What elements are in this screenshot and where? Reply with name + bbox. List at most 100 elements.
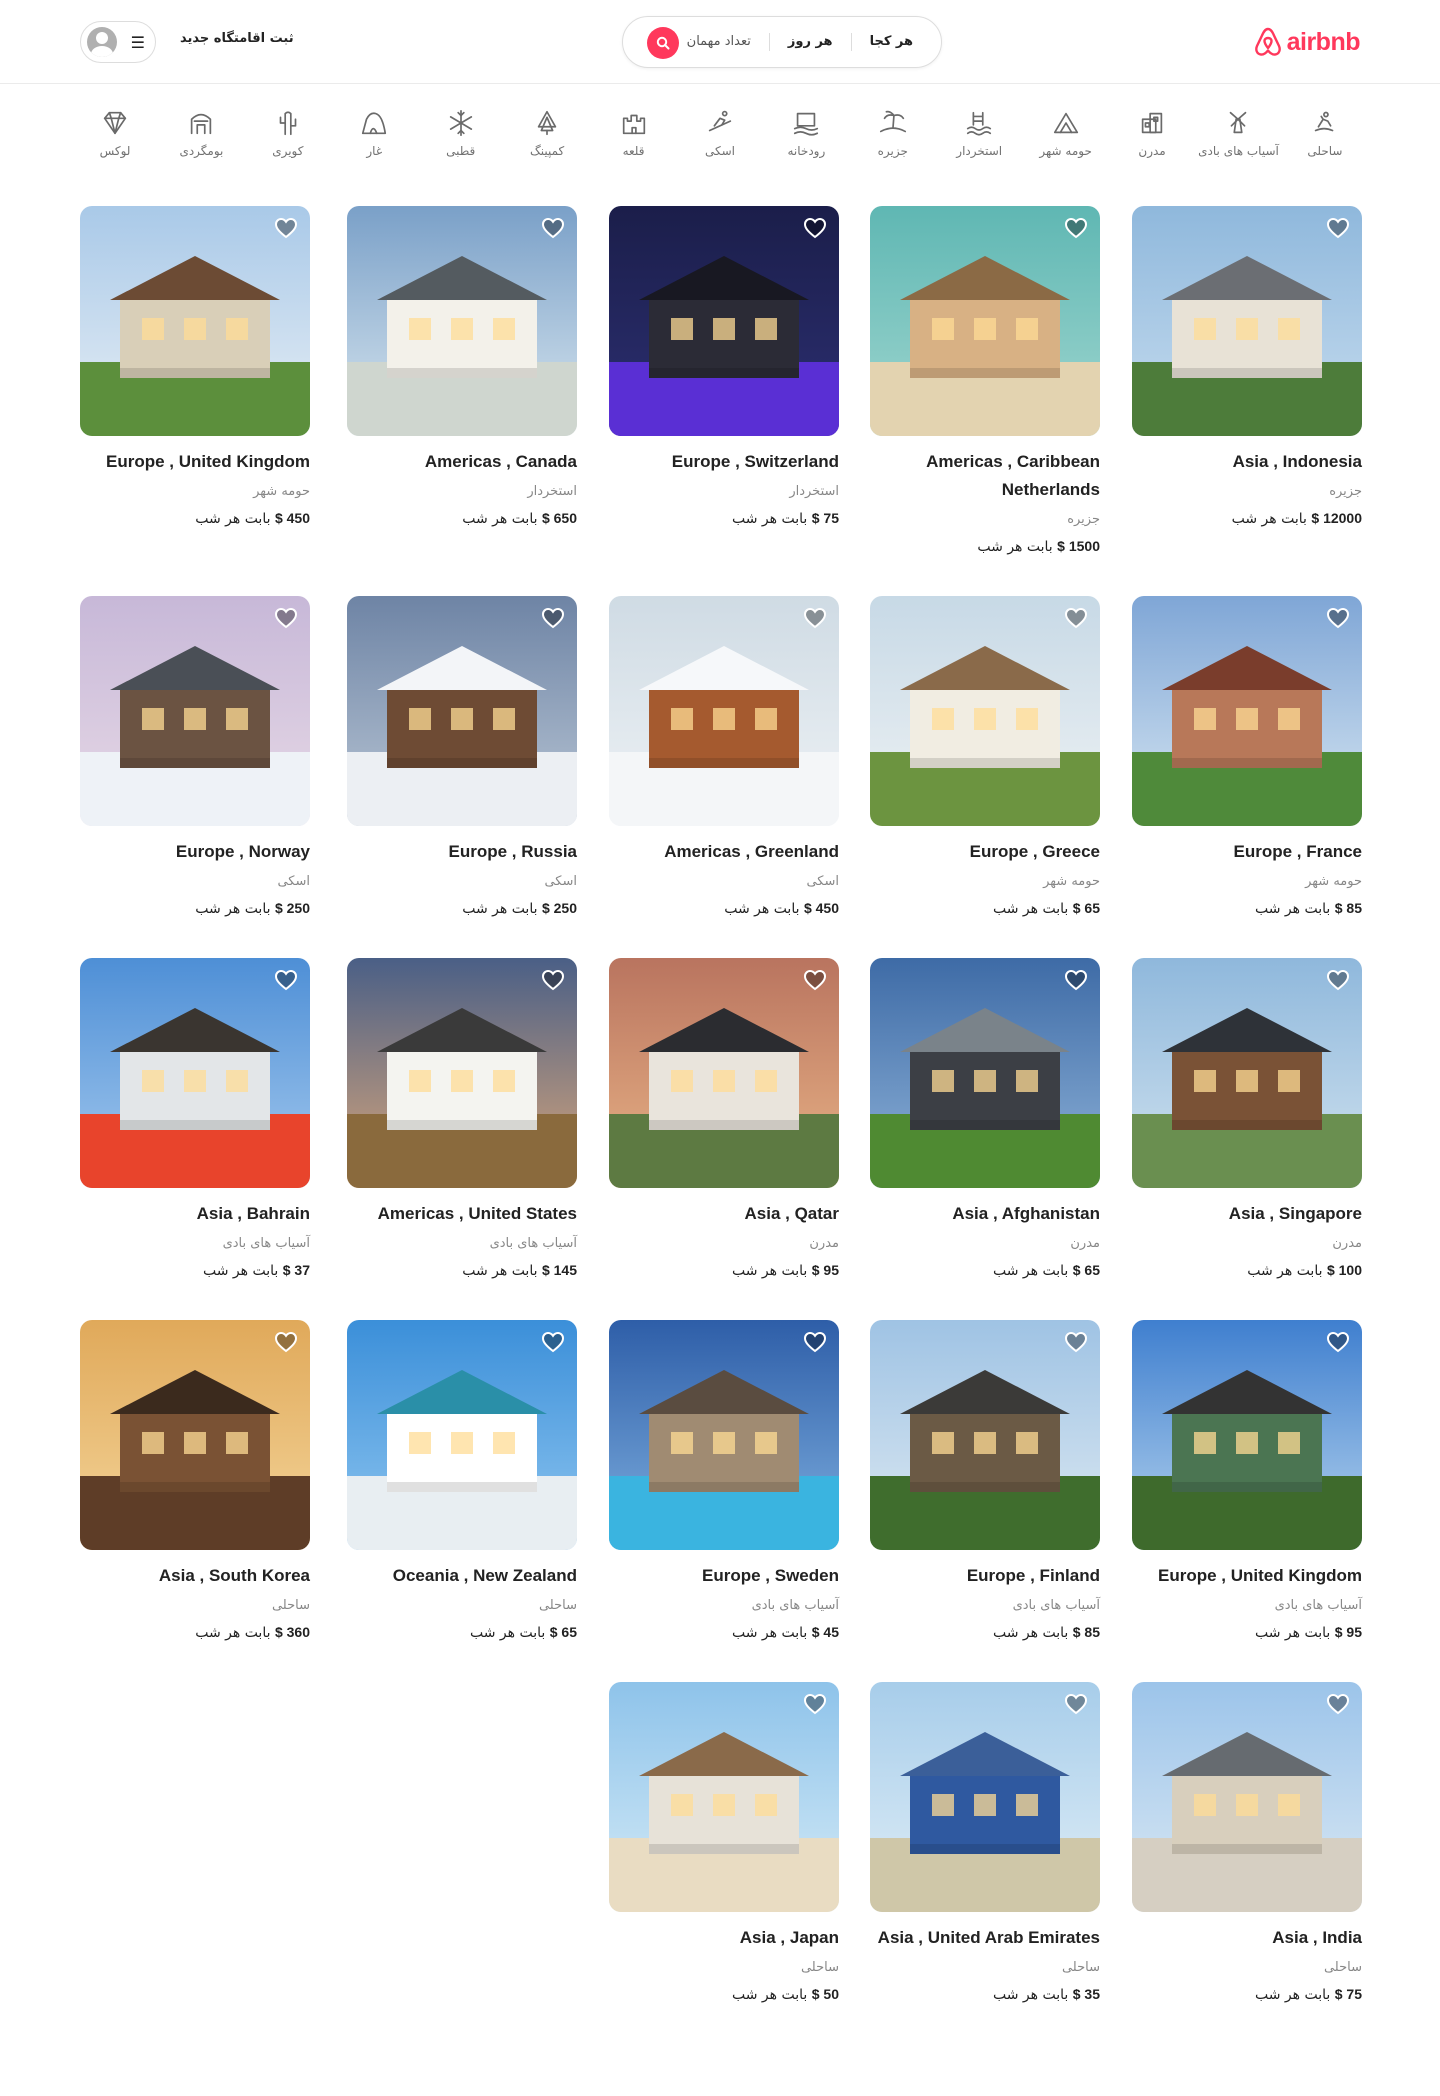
heart-icon[interactable] [1326,217,1350,239]
heart-icon[interactable] [1064,1693,1088,1715]
listing-photo[interactable] [1132,1682,1362,1912]
listing-photo[interactable] [609,1320,839,1550]
category-item-3[interactable]: حومه شهر [1031,108,1101,168]
listing-photo[interactable] [870,1320,1100,1550]
listing-card[interactable]: Americas , Caribbean Netherlands جزیره ‎15… [870,206,1100,557]
listing-card[interactable]: Americas , Canada استخردار ‎650 $ بابت هر … [347,206,577,529]
listing-photo[interactable] [347,206,577,436]
listing-title: Europe , France [1233,842,1362,861]
listing-card[interactable]: Asia , Bahrain آسیاب های بادی ‎37 $ بابت ه… [80,958,310,1281]
heart-icon[interactable] [1064,217,1088,239]
category-item-8[interactable]: قلعه [599,108,669,168]
price-suffix: بابت هر شب [992,1263,1069,1279]
category-item-5[interactable]: جزیره [858,108,928,168]
listing-card[interactable]: Asia , Japan ساحلی ‎50 $ بابت هر شب [609,1682,839,2005]
heart-icon[interactable] [541,607,565,629]
listing-photo[interactable] [80,958,310,1188]
listing-card[interactable]: Asia , United Arab Emirates ساحلی ‎35 $ با… [870,1682,1100,2005]
listing-card[interactable]: Europe , Norway اسکی ‎250 $ بابت هر شب [80,596,310,919]
listing-photo[interactable] [347,1320,577,1550]
listing-photo[interactable] [80,1320,310,1550]
heart-icon[interactable] [1064,969,1088,991]
listing-price: ‎65 $ بابت هر شب [870,1260,1100,1281]
listing-card[interactable]: Europe , Switzerland استخردار ‎75 $ بابت ه… [609,206,839,529]
listing-photo[interactable] [609,958,839,1188]
heart-icon[interactable] [1326,969,1350,991]
host-link[interactable]: ثبت اقامتگاه جدید [180,31,294,46]
category-item-7[interactable]: اسکی [685,108,755,168]
price-value: ‎65 $ [1072,1262,1100,1278]
heart-icon[interactable] [274,607,298,629]
search-where[interactable]: هر کجا [850,33,931,51]
listing-photo[interactable] [870,1682,1100,1912]
listing-photo[interactable] [870,958,1100,1188]
listing-price: ‎85 $ بابت هر شب [1132,898,1362,919]
heart-icon[interactable] [274,217,298,239]
search-button[interactable] [647,27,679,59]
category-item-6[interactable]: رودخانه [771,108,841,168]
category-item-11[interactable]: غار [339,108,409,168]
listing-card[interactable]: Europe , United Kingdom آسیاب های بادی ‎95… [1132,1320,1362,1643]
listing-photo[interactable] [80,206,310,436]
heart-icon[interactable] [541,969,565,991]
search-when[interactable]: هر روز [768,33,851,51]
listing-card[interactable]: Europe , France حومه شهر ‎85 $ بابت هر شب [1132,596,1362,919]
heart-icon[interactable] [803,217,827,239]
heart-icon[interactable] [1064,1331,1088,1353]
category-item-1[interactable]: آسیاب های بادی [1198,108,1279,168]
listing-card[interactable]: Asia , South Korea ساحلی ‎360 $ بابت هر شب [80,1320,310,1643]
category-item-10[interactable]: قطبی [426,108,496,168]
airbnb-logo[interactable]: airbnb [1253,24,1361,60]
listing-category: مدرن [1332,1236,1362,1251]
category-item-0[interactable]: ساحلی [1290,108,1360,168]
heart-icon[interactable] [803,969,827,991]
heart-icon[interactable] [1326,1693,1350,1715]
listing-photo[interactable] [1132,596,1362,826]
listing-card[interactable]: Americas , Greenland اسکی ‎450 $ بابت هر ش… [609,596,839,919]
listing-photo[interactable] [80,596,310,826]
listing-card[interactable]: Europe , Sweden آسیاب های بادی ‎45 $ بابت … [609,1320,839,1643]
heart-icon[interactable] [803,1693,827,1715]
listing-photo[interactable] [347,596,577,826]
search-bar[interactable]: هر کجا هر روز تعداد مهمان [622,16,942,68]
heart-icon[interactable] [1064,607,1088,629]
listing-card[interactable]: Asia , Qatar مدرن ‎95 $ بابت هر شب [609,958,839,1281]
search-guests[interactable]: تعداد مهمان [679,33,769,51]
listing-card[interactable]: Europe , Russia اسکی ‎250 $ بابت هر شب [347,596,577,919]
heart-icon[interactable] [1326,607,1350,629]
user-menu-button[interactable]: ☰ [80,21,156,63]
category-item-13[interactable]: بومگردی [166,108,236,168]
listing-photo[interactable] [870,206,1100,436]
listing-card[interactable]: Europe , United Kingdom حومه شهر ‎450 $ با… [80,206,310,529]
heart-icon[interactable] [1326,1331,1350,1353]
category-item-2[interactable]: مدرن [1117,108,1187,168]
listing-photo[interactable] [1132,958,1362,1188]
listing-card[interactable]: Asia , Indonesia جزیره ‎12000 $ بابت هر شب [1132,206,1362,529]
listing-photo[interactable] [609,206,839,436]
listing-card[interactable]: Europe , Greece حومه شهر ‎65 $ بابت هر شب [870,596,1100,919]
listing-photo[interactable] [609,1682,839,1912]
category-item-12[interactable]: کویری [253,108,323,168]
listing-card[interactable]: Asia , India ساحلی ‎75 $ بابت هر شب [1132,1682,1362,2005]
heart-icon[interactable] [274,1331,298,1353]
listing-photo[interactable] [1132,1320,1362,1550]
listing-photo[interactable] [347,958,577,1188]
listing-card[interactable]: Oceania , New Zealand ساحلی ‎65 $ بابت هر … [347,1320,577,1643]
listing-photo[interactable] [870,596,1100,826]
listing-card[interactable]: Americas , United States آسیاب های بادی ‎1… [347,958,577,1281]
listing-card[interactable]: Europe , Finland آسیاب های بادی ‎85 $ بابت… [870,1320,1100,1643]
listing-photo[interactable] [609,596,839,826]
category-item-14[interactable]: لوکس [80,108,150,168]
listing-category: حومه شهر [253,484,310,499]
listing-price: ‎37 $ بابت هر شب [80,1260,310,1281]
listing-card[interactable]: Asia , Afghanistan مدرن ‎65 $ بابت هر شب [870,958,1100,1281]
heart-icon[interactable] [803,1331,827,1353]
heart-icon[interactable] [541,217,565,239]
listing-photo[interactable] [1132,206,1362,436]
category-item-9[interactable]: کمپینگ [512,108,582,168]
category-item-4[interactable]: استخردار [944,108,1014,168]
heart-icon[interactable] [274,969,298,991]
heart-icon[interactable] [541,1331,565,1353]
heart-icon[interactable] [803,607,827,629]
listing-card[interactable]: Asia , Singapore مدرن ‎100 $ بابت هر شب [1132,958,1362,1281]
